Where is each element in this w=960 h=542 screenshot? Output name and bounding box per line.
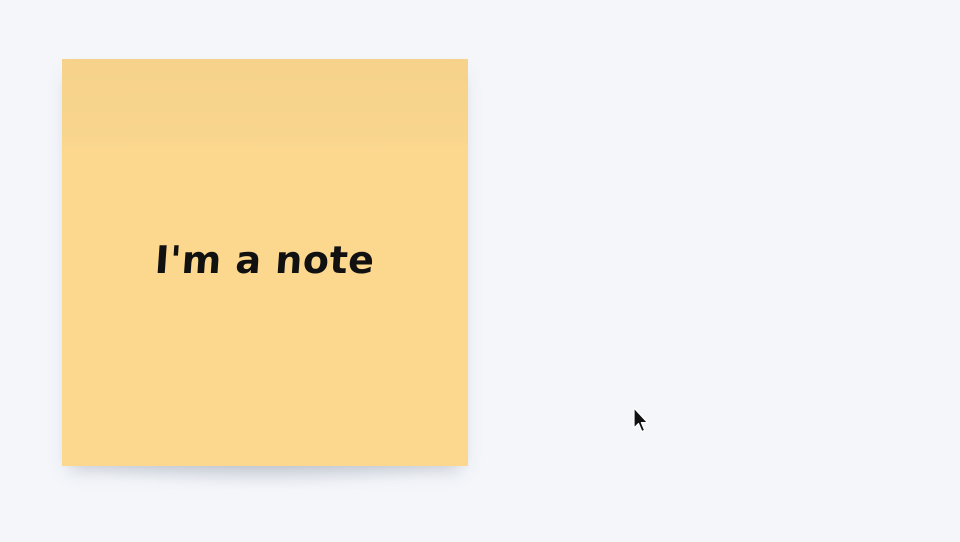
mouse-pointer-icon (633, 407, 649, 433)
whiteboard-canvas[interactable]: I'm a note (0, 0, 960, 542)
sticky-note-adhesive-strip (62, 59, 468, 149)
sticky-note[interactable]: I'm a note (62, 59, 468, 466)
sticky-note-text[interactable]: I'm a note (154, 238, 377, 282)
